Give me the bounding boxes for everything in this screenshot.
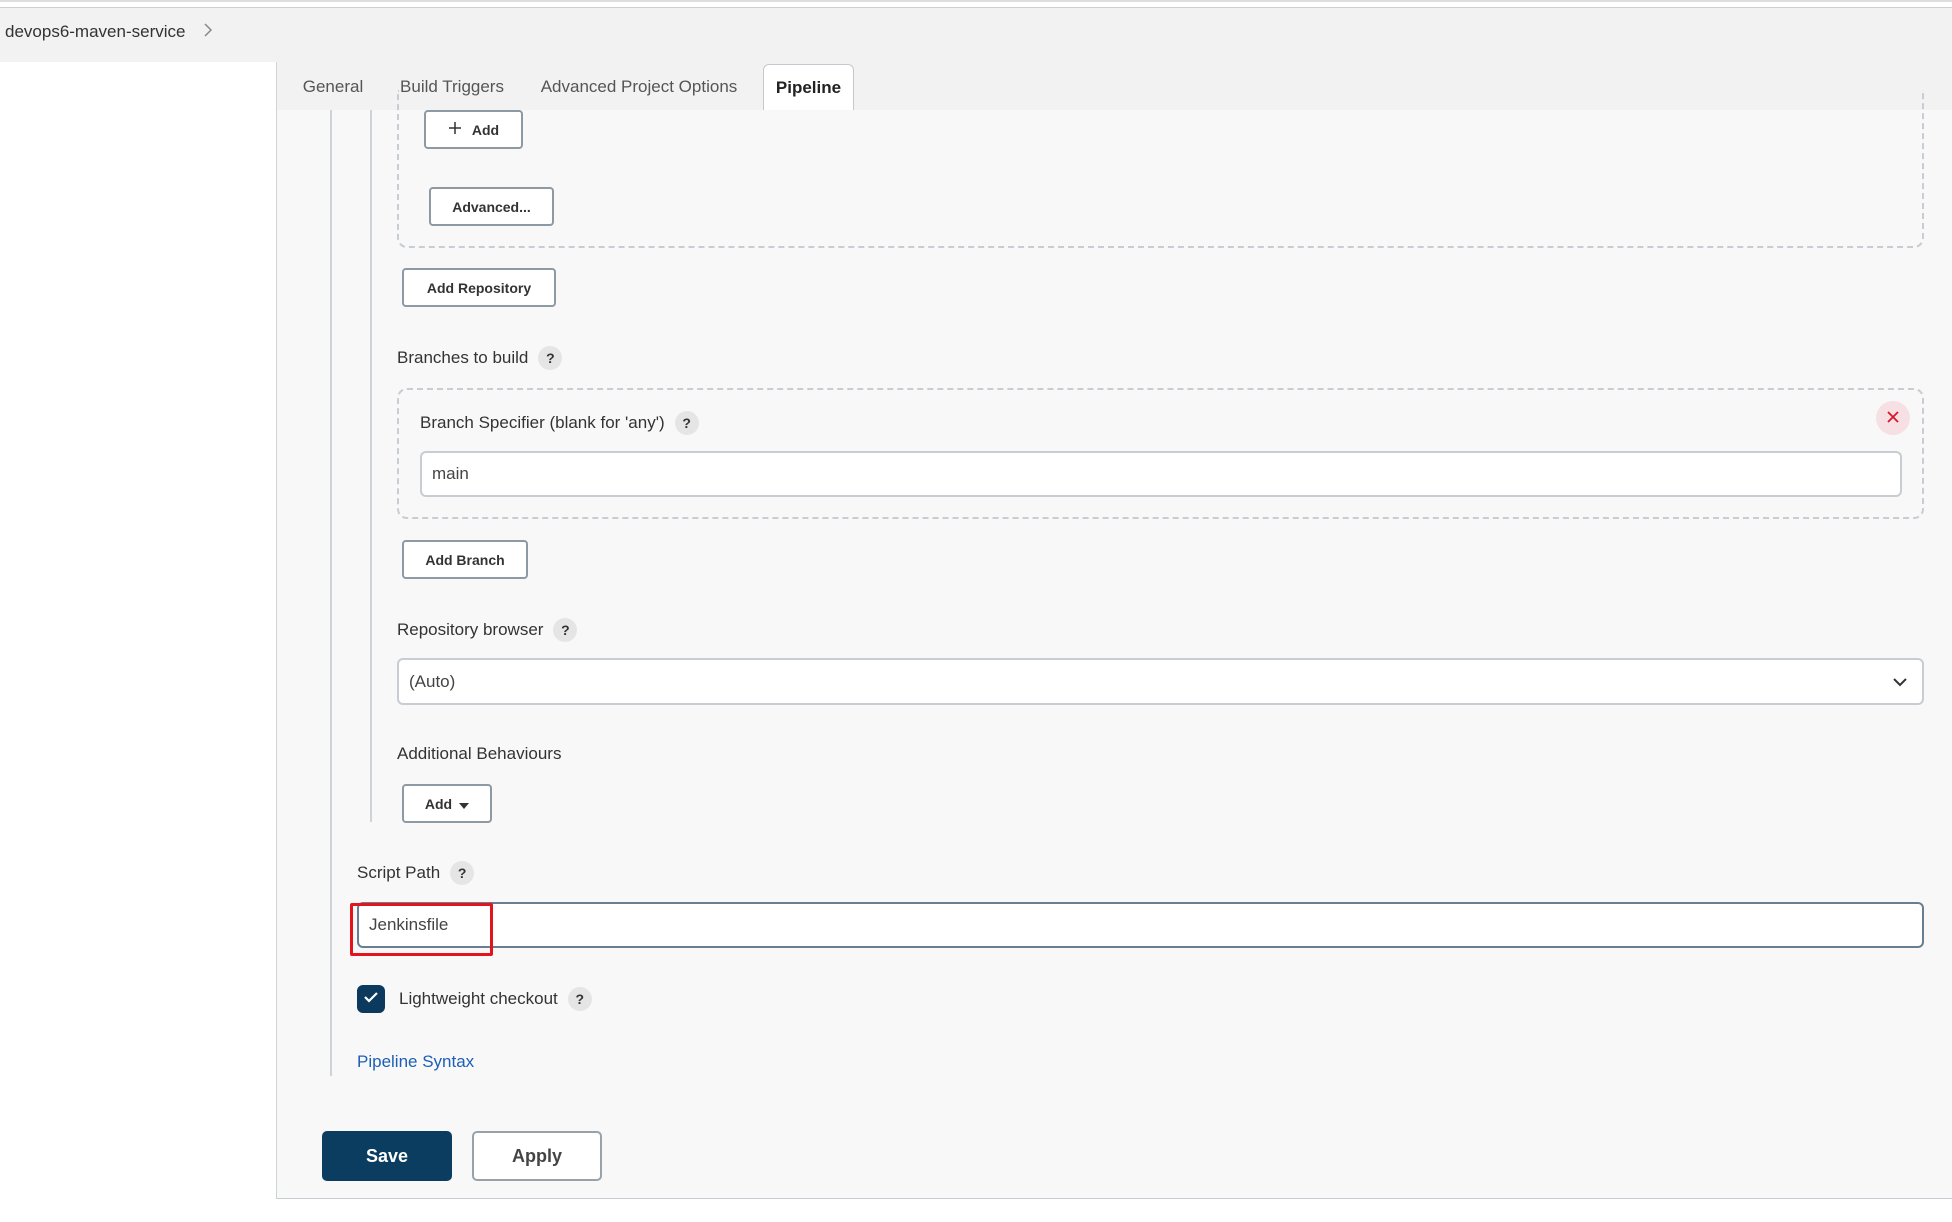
sidebar bbox=[0, 62, 276, 1222]
lightweight-checkout-label: Lightweight checkout ? bbox=[399, 987, 592, 1011]
lightweight-checkout-text[interactable]: Lightweight checkout bbox=[399, 989, 558, 1009]
help-icon[interactable]: ? bbox=[538, 346, 563, 370]
additional-behaviours-label: Additional Behaviours bbox=[397, 744, 562, 763]
branch-specifier-label: Branch Specifier (blank for 'any') ? bbox=[420, 411, 699, 435]
repository-browser-text: Repository browser bbox=[397, 620, 544, 639]
section-guide-line bbox=[330, 110, 332, 1076]
help-icon[interactable]: ? bbox=[567, 987, 592, 1011]
script-path-text: Script Path bbox=[357, 863, 441, 882]
close-icon bbox=[1886, 407, 1900, 430]
pipeline-syntax-link[interactable]: Pipeline Syntax bbox=[357, 1052, 474, 1072]
advanced-button[interactable]: Advanced... bbox=[429, 187, 554, 226]
credentials-container bbox=[397, 90, 1924, 248]
breadcrumb: devops6-maven-service bbox=[5, 22, 213, 42]
remove-branch-button[interactable] bbox=[1876, 401, 1910, 435]
top-divider bbox=[0, 0, 1952, 2]
breadcrumb-item-project[interactable]: devops6-maven-service bbox=[5, 22, 185, 42]
add-credentials-label: Add bbox=[471, 121, 500, 138]
script-path-label: Script Path ? bbox=[357, 861, 475, 885]
plus-icon bbox=[448, 121, 462, 138]
repository-browser-select[interactable]: (Auto) bbox=[397, 658, 1924, 705]
chevron-right-icon[interactable] bbox=[203, 22, 213, 42]
branch-specifier-text: Branch Specifier (blank for 'any') bbox=[420, 413, 665, 432]
checkmark-icon bbox=[363, 990, 379, 1008]
repository-browser-label: Repository browser ? bbox=[397, 618, 578, 642]
lightweight-checkout-checkbox[interactable] bbox=[357, 985, 385, 1013]
branches-to-build-text: Branches to build bbox=[397, 348, 529, 367]
chevron-down-icon bbox=[1892, 673, 1908, 693]
branch-specifier-input[interactable]: main bbox=[420, 451, 1902, 497]
script-path-input[interactable]: Jenkinsfile bbox=[357, 902, 1924, 948]
breadcrumb-bar bbox=[0, 8, 1952, 62]
help-icon[interactable]: ? bbox=[450, 861, 475, 885]
repository-browser-value: (Auto) bbox=[409, 671, 456, 691]
help-icon[interactable]: ? bbox=[553, 618, 578, 642]
help-icon[interactable]: ? bbox=[674, 411, 699, 435]
tab-general[interactable]: General bbox=[294, 64, 372, 110]
section-guide-line bbox=[370, 110, 372, 822]
add-repository-button[interactable]: Add Repository bbox=[402, 268, 556, 307]
save-button[interactable]: Save bbox=[322, 1131, 452, 1181]
add-behaviour-dropdown[interactable]: Add bbox=[402, 784, 492, 823]
add-branch-button[interactable]: Add Branch bbox=[402, 540, 528, 579]
add-behaviour-label: Add bbox=[424, 795, 453, 812]
add-credentials-button[interactable]: Add bbox=[424, 110, 523, 149]
apply-button[interactable]: Apply bbox=[472, 1131, 602, 1181]
caret-down-icon bbox=[459, 796, 470, 812]
branches-to-build-label: Branches to build ? bbox=[397, 346, 563, 370]
